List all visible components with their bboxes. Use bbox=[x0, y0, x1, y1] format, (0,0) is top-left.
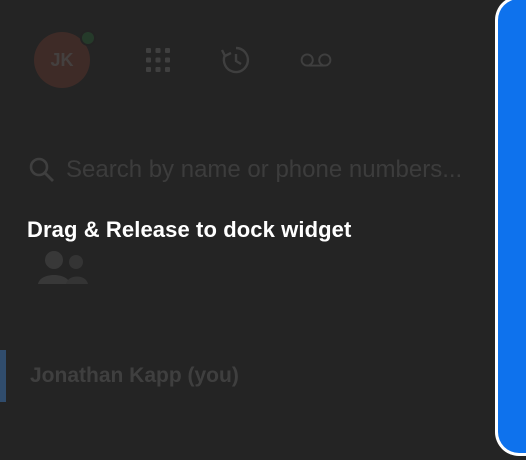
search-bar[interactable]: Search by name or phone numbers... bbox=[28, 150, 498, 190]
presence-status-icon bbox=[80, 30, 96, 46]
phone-widget: JK Search by name or phone numbers... Jo… bbox=[0, 0, 526, 460]
dock-instruction-text: Drag & Release to dock widget bbox=[27, 217, 352, 242]
avatar-initials: JK bbox=[50, 49, 74, 70]
dock-drop-zone[interactable] bbox=[495, 0, 526, 456]
call-history-icon[interactable] bbox=[220, 44, 252, 76]
search-placeholder: Search by name or phone numbers... bbox=[66, 156, 463, 183]
search-icon bbox=[29, 157, 54, 182]
selected-row-indicator bbox=[0, 350, 6, 402]
contact-avatar-icon bbox=[38, 251, 88, 284]
keypad-icon[interactable] bbox=[142, 44, 174, 76]
voicemail-icon[interactable] bbox=[300, 44, 332, 76]
contact-name[interactable]: Jonathan Kapp (you) bbox=[30, 364, 239, 388]
